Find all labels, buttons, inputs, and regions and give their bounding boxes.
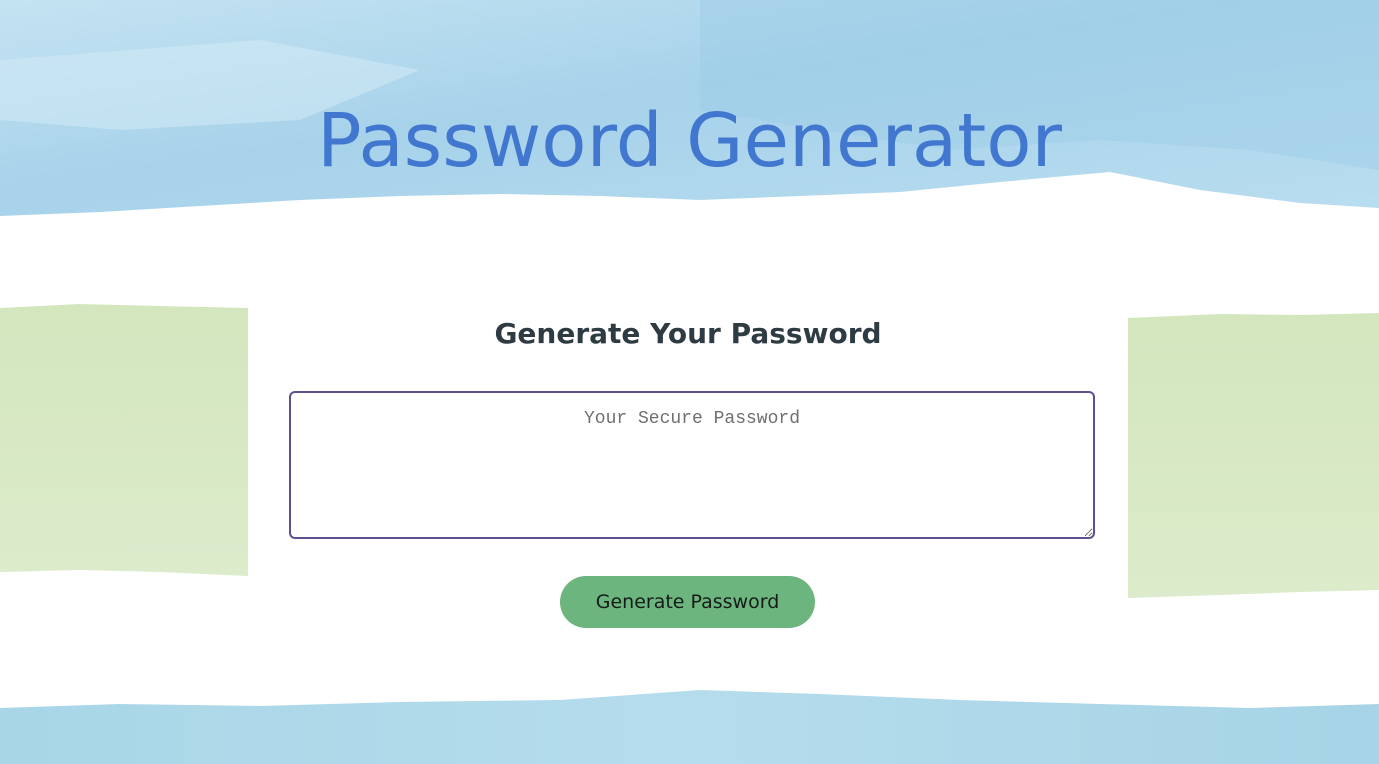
- right-green-patch: [1128, 313, 1379, 598]
- left-green-patch: [0, 304, 248, 576]
- page-title: Password Generator: [317, 98, 1062, 184]
- password-card: Generate Your Password Generate Password: [248, 280, 1128, 680]
- generate-password-button[interactable]: Generate Password: [560, 576, 815, 628]
- password-output-textarea[interactable]: [289, 391, 1095, 539]
- bottom-watercolor-band: [0, 690, 1379, 764]
- card-title: Generate Your Password: [494, 317, 882, 350]
